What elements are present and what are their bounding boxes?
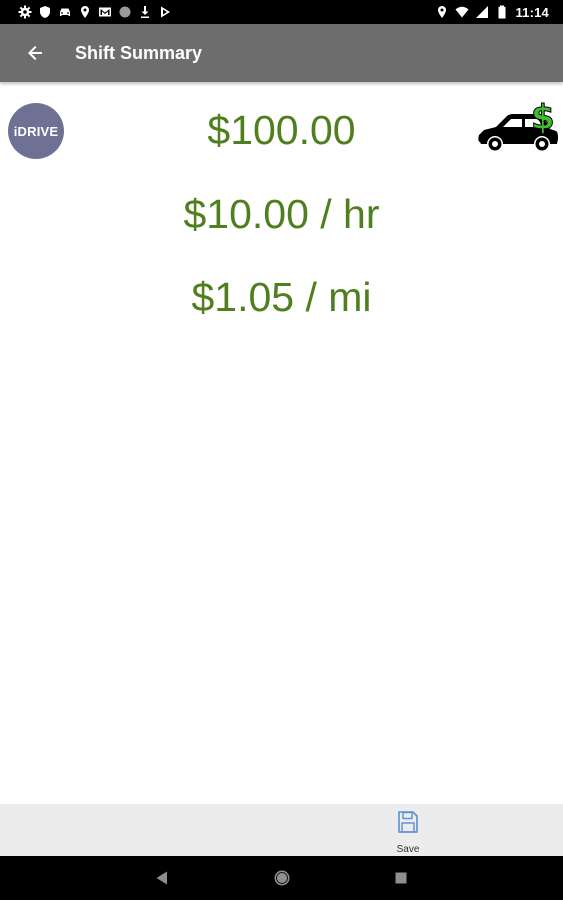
download-icon (138, 5, 152, 19)
wifi-icon (455, 5, 469, 19)
earnings-per-hour: $10.00 / hr (183, 191, 380, 237)
status-notification-icons (0, 5, 172, 19)
back-button[interactable] (23, 41, 47, 65)
status-system-icons: 11:14 (435, 5, 563, 20)
status-time: 11:14 (515, 4, 549, 20)
nav-home-icon[interactable] (273, 869, 291, 887)
arrow-left-icon (28, 46, 42, 60)
circle-icon (118, 5, 132, 19)
earnings-per-mile: $1.05 / mi (191, 274, 372, 320)
location-icon (78, 5, 92, 19)
signal-icon (475, 5, 489, 19)
settings-icon (18, 5, 32, 19)
status-bar: 11:14 (0, 0, 563, 24)
floppy-disk-icon (398, 811, 418, 833)
save-label: Save (396, 844, 420, 855)
total-earnings: $100.00 (207, 107, 356, 153)
system-nav-bar (0, 856, 563, 900)
bottom-toolbar: Save (0, 804, 563, 856)
battery-icon (495, 5, 509, 19)
play-store-icon (158, 5, 172, 19)
gmail-icon (98, 5, 112, 19)
nav-recents-icon[interactable] (395, 872, 407, 884)
location-icon (435, 5, 449, 19)
save-button[interactable]: Save (388, 810, 428, 856)
page-title: Shift Summary (75, 42, 203, 63)
app-bar: Shift Summary (0, 24, 563, 82)
shield-icon (38, 5, 52, 19)
car-icon (58, 5, 72, 19)
nav-back-icon[interactable] (155, 870, 169, 886)
